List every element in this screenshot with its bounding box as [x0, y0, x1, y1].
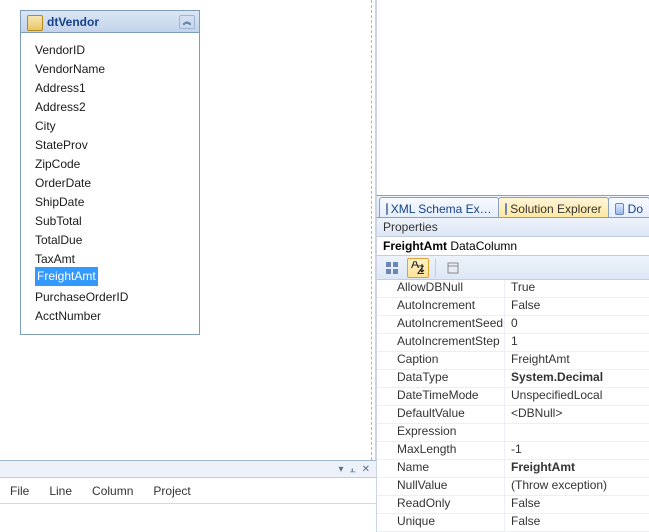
property-value[interactable]: -1 — [505, 442, 649, 459]
properties-object-selector[interactable]: FreightAmt DataColumn — [376, 237, 649, 256]
property-row[interactable]: AutoIncrementSeed0 — [377, 316, 649, 334]
property-name: AllowDBNull — [377, 280, 505, 297]
column-item[interactable]: FreightAmt — [21, 267, 199, 286]
property-row[interactable]: AutoIncrementStep1 — [377, 334, 649, 352]
property-value[interactable]: <DBNull> — [505, 406, 649, 423]
svg-text:Z: Z — [417, 263, 424, 275]
property-row[interactable]: DataTypeSystem.Decimal — [377, 370, 649, 388]
column-item[interactable]: AcctNumber — [21, 305, 199, 324]
tab-label: XML Schema Ex… — [391, 202, 492, 216]
autohide-pin-icon[interactable]: ⫠ — [350, 464, 356, 475]
property-name: NullValue — [377, 478, 505, 495]
column-item[interactable]: VendorID — [21, 39, 199, 58]
tab-icon — [615, 203, 624, 215]
property-value[interactable]: UnspecifiedLocal — [505, 388, 649, 405]
property-value[interactable] — [505, 424, 649, 441]
property-value[interactable]: 1 — [505, 334, 649, 351]
property-row[interactable]: CaptionFreightAmt — [377, 352, 649, 370]
close-icon[interactable]: ✕ — [362, 464, 370, 475]
datatable-title: dtVendor — [47, 15, 99, 29]
tab-icon — [505, 203, 507, 215]
toolwindow-tab[interactable]: Do — [608, 197, 649, 217]
column-item[interactable]: ZipCode — [21, 153, 199, 172]
property-row[interactable]: UniqueFalse — [377, 514, 649, 532]
column-item[interactable]: OrderDate — [21, 172, 199, 191]
col-file[interactable]: File — [0, 484, 39, 498]
errorlist-columns: File Line Column Project — [0, 478, 376, 504]
properties-object-name: FreightAmt — [383, 239, 447, 253]
property-name: AutoIncrementSeed — [377, 316, 505, 333]
property-row[interactable]: NameFreightAmt — [377, 460, 649, 478]
properties-toolbar: AZ — [376, 256, 649, 280]
column-item[interactable]: City — [21, 115, 199, 134]
property-row[interactable]: MaxLength-1 — [377, 442, 649, 460]
property-row[interactable]: AllowDBNullTrue — [377, 280, 649, 298]
property-name: AutoIncrementStep — [377, 334, 505, 351]
property-row[interactable]: DefaultValue<DBNull> — [377, 406, 649, 424]
property-name: MaxLength — [377, 442, 505, 459]
column-item[interactable]: TaxAmt — [21, 248, 199, 267]
property-row[interactable]: NullValue(Throw exception) — [377, 478, 649, 496]
property-value[interactable]: False — [505, 496, 649, 513]
toolwindow-tabs: XML Schema Ex… Solution Explorer Do — [376, 196, 649, 218]
collapse-chevron-icon[interactable]: ︽ — [179, 15, 195, 29]
property-name: DataType — [377, 370, 505, 387]
toolbar-separator — [435, 259, 436, 277]
property-value[interactable]: 0 — [505, 316, 649, 333]
right-blank-area — [376, 0, 649, 196]
property-name: DefaultValue — [377, 406, 505, 423]
property-row[interactable]: ReadOnlyFalse — [377, 496, 649, 514]
tab-icon — [386, 203, 387, 215]
panel-control-strip: ⫠ ✕ — [0, 461, 376, 478]
properties-object-type: DataColumn — [450, 239, 517, 253]
tab-label: Solution Explorer — [510, 202, 601, 216]
column-item[interactable]: Address1 — [21, 77, 199, 96]
property-row[interactable]: AutoIncrementFalse — [377, 298, 649, 316]
categorized-view-button[interactable] — [381, 258, 403, 278]
property-value[interactable]: FreightAmt — [505, 460, 649, 477]
property-name: Caption — [377, 352, 505, 369]
datatable-box[interactable]: dtVendor ︽ VendorIDVendorNameAddress1Add… — [20, 10, 200, 335]
property-name: DateTimeMode — [377, 388, 505, 405]
window-position-icon[interactable] — [339, 464, 344, 475]
property-row[interactable]: Expression — [377, 424, 649, 442]
property-row[interactable]: DateTimeModeUnspecifiedLocal — [377, 388, 649, 406]
column-item[interactable]: StateProv — [21, 134, 199, 153]
toolwindow-tab[interactable]: XML Schema Ex… — [379, 197, 499, 217]
column-item[interactable]: Address2 — [21, 96, 199, 115]
properties-panel-title: Properties — [376, 218, 649, 237]
col-line[interactable]: Line — [39, 484, 82, 498]
property-value[interactable]: (Throw exception) — [505, 478, 649, 495]
property-value[interactable]: System.Decimal — [505, 370, 649, 387]
column-item[interactable]: ShipDate — [21, 191, 199, 210]
col-column[interactable]: Column — [82, 484, 143, 498]
designer-surface[interactable]: dtVendor ︽ VendorIDVendorNameAddress1Add… — [0, 0, 376, 460]
column-item[interactable]: VendorName — [21, 58, 199, 77]
property-value[interactable]: FreightAmt — [505, 352, 649, 369]
datatable-header[interactable]: dtVendor ︽ — [21, 11, 199, 33]
property-value[interactable]: False — [505, 514, 649, 531]
property-pages-button[interactable] — [442, 258, 464, 278]
property-name: Unique — [377, 514, 505, 531]
properties-grid[interactable]: AllowDBNullTrueAutoIncrementFalseAutoInc… — [376, 280, 649, 532]
column-list: VendorIDVendorNameAddress1Address2CitySt… — [21, 33, 199, 334]
alphabetical-view-button[interactable]: AZ — [407, 258, 429, 278]
property-name: ReadOnly — [377, 496, 505, 513]
property-name: Expression — [377, 424, 505, 441]
datatable-icon — [27, 15, 41, 29]
column-item[interactable]: PurchaseOrderID — [21, 286, 199, 305]
property-value[interactable]: True — [505, 280, 649, 297]
toolwindow-tab[interactable]: Solution Explorer — [498, 197, 609, 217]
errorlist-panel: ⫠ ✕ File Line Column Project — [0, 460, 376, 532]
splitter-vertical[interactable] — [371, 0, 372, 460]
property-name: Name — [377, 460, 505, 477]
col-project[interactable]: Project — [143, 484, 200, 498]
tab-label: Do — [628, 202, 643, 216]
column-item[interactable]: SubTotal — [21, 210, 199, 229]
property-name: AutoIncrement — [377, 298, 505, 315]
column-item[interactable]: TotalDue — [21, 229, 199, 248]
property-value[interactable]: False — [505, 298, 649, 315]
